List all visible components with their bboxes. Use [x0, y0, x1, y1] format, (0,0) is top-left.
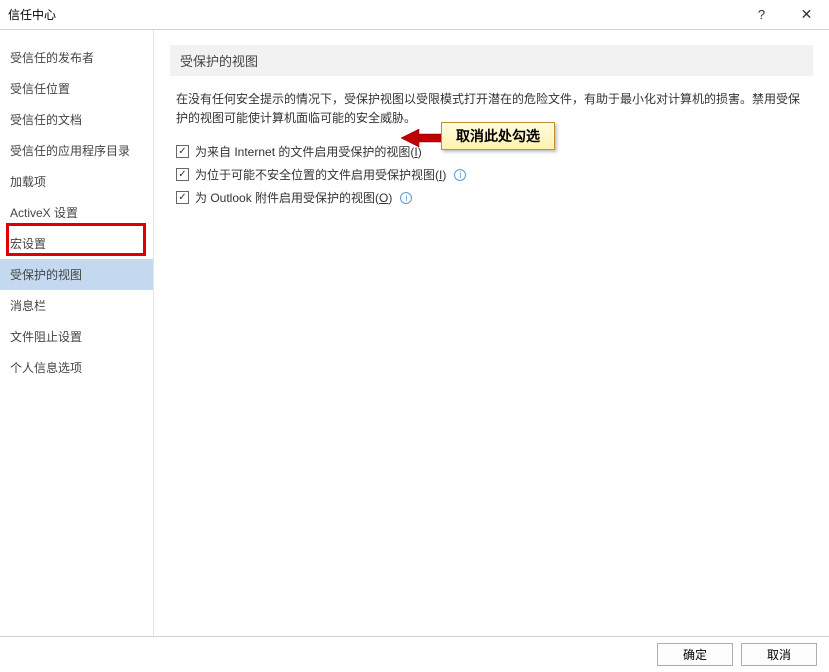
sidebar-item[interactable]: 个人信息选项	[0, 352, 153, 383]
sidebar-item-label: 个人信息选项	[10, 361, 82, 375]
option-row: ✓ 为位于可能不安全位置的文件启用受保护视图(I) i	[170, 163, 813, 186]
ok-button[interactable]: 确定	[657, 643, 733, 666]
titlebar: 信任中心 ? ✕	[0, 0, 829, 30]
description-text: 在没有任何安全提示的情况下，受保护视图以受限模式打开潜在的危险文件，有助于最小化…	[170, 90, 813, 140]
option-row: ✓ 为来自 Internet 的文件启用受保护的视图(I)	[170, 140, 813, 163]
footer: 确定 取消	[0, 637, 829, 672]
sidebar-item[interactable]: ActiveX 设置	[0, 197, 153, 228]
window-title: 信任中心	[8, 6, 56, 23]
titlebar-controls: ? ✕	[739, 0, 829, 30]
option-label[interactable]: 为来自 Internet 的文件启用受保护的视图(I)	[195, 143, 422, 160]
sidebar-item[interactable]: 文件阻止设置	[0, 321, 153, 352]
sidebar-item-label: ActiveX 设置	[10, 206, 78, 220]
sidebar-item-label: 加载项	[10, 175, 46, 189]
main-panel: 受保护的视图 在没有任何安全提示的情况下，受保护视图以受限模式打开潜在的危险文件…	[154, 30, 829, 636]
info-icon[interactable]: i	[400, 192, 412, 204]
sidebar-item-label: 宏设置	[10, 237, 46, 251]
checkbox[interactable]: ✓	[176, 191, 189, 204]
sidebar-item-label: 文件阻止设置	[10, 330, 82, 344]
sidebar-item[interactable]: 受信任的发布者	[0, 42, 153, 73]
checkbox[interactable]: ✓	[176, 168, 189, 181]
option-label[interactable]: 为位于可能不安全位置的文件启用受保护视图(I)	[195, 166, 446, 183]
sidebar-item-label: 受信任的应用程序目录	[10, 144, 130, 158]
sidebar-item[interactable]: 消息栏	[0, 290, 153, 321]
option-label[interactable]: 为 Outlook 附件启用受保护的视图(O)	[195, 189, 392, 206]
content: 受信任的发布者受信任位置受信任的文档受信任的应用程序目录加载项 ActiveX 设…	[0, 30, 829, 637]
sidebar-item[interactable]: 受信任的文档	[0, 104, 153, 135]
sidebar-item[interactable]: 受信任的应用程序目录	[0, 135, 153, 166]
info-icon[interactable]: i	[454, 169, 466, 181]
options-list: ✓ 为来自 Internet 的文件启用受保护的视图(I) ✓ 为位于可能不安全位置的…	[170, 140, 813, 209]
sidebar-item-label: 受信任的文档	[10, 113, 82, 127]
sidebar: 受信任的发布者受信任位置受信任的文档受信任的应用程序目录加载项 ActiveX 设…	[0, 30, 154, 636]
help-button[interactable]: ?	[739, 0, 784, 30]
cancel-button[interactable]: 取消	[741, 643, 817, 666]
sidebar-item-label: 受信任的发布者	[10, 51, 94, 65]
sidebar-item[interactable]: 受信任位置	[0, 73, 153, 104]
sidebar-item-label: 受保护的视图	[10, 268, 82, 282]
sidebar-item[interactable]: 受保护的视图	[0, 259, 153, 290]
sidebar-item-label: 消息栏	[10, 299, 46, 313]
option-row: ✓ 为 Outlook 附件启用受保护的视图(O) i	[170, 186, 813, 209]
sidebar-item[interactable]: 宏设置	[0, 228, 153, 259]
close-button[interactable]: ✕	[784, 0, 829, 30]
sidebar-item-label: 受信任位置	[10, 82, 70, 96]
section-header: 受保护的视图	[170, 45, 813, 76]
checkbox[interactable]: ✓	[176, 145, 189, 158]
sidebar-item[interactable]: 加载项	[0, 166, 153, 197]
